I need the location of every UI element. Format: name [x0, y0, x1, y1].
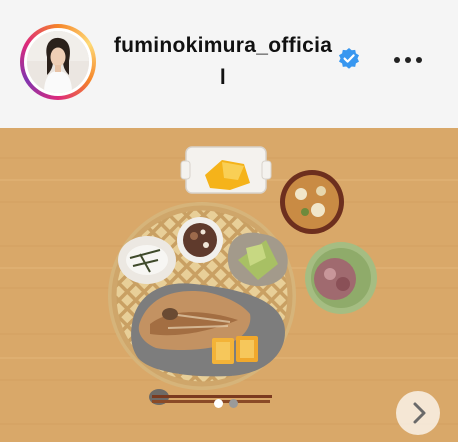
more-horizontal-icon [394, 57, 400, 63]
chevron-right-icon [413, 402, 426, 424]
verified-badge-icon [339, 48, 359, 69]
story-ring[interactable] [20, 24, 96, 100]
avatar[interactable] [27, 31, 89, 93]
breakfast-photo [0, 128, 458, 442]
more-options-button[interactable] [386, 46, 430, 74]
post-image[interactable] [0, 128, 458, 442]
profile-photo [27, 31, 89, 93]
carousel-dot [229, 399, 238, 408]
username[interactable]: fuminokimura_official [112, 30, 334, 94]
rice-bowl [305, 242, 377, 314]
carousel-indicator [214, 398, 248, 410]
post-header: fuminokimura_official [0, 0, 458, 128]
carousel-dot [214, 399, 223, 408]
miso-soup-bowl [280, 170, 344, 234]
fruit-dish [180, 146, 272, 194]
next-slide-button[interactable] [396, 391, 440, 435]
